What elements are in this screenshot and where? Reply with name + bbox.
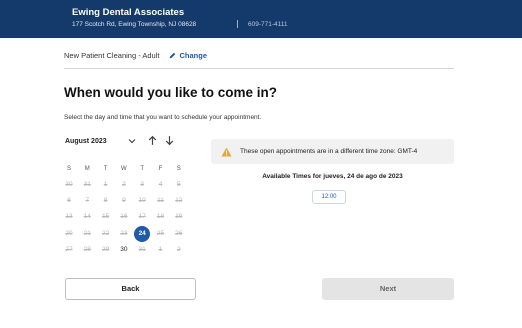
calendar-day: 1 bbox=[103, 181, 108, 188]
calendar-day: 25 bbox=[156, 229, 165, 237]
page-title: When would you like to come in? bbox=[64, 85, 278, 100]
calendar-day: 6 bbox=[67, 197, 71, 205]
calendar-day: 16 bbox=[120, 213, 128, 221]
change-service-label: Change bbox=[179, 51, 207, 60]
calendar-day-selected[interactable]: 24 bbox=[134, 225, 151, 242]
calendar-day: 26 bbox=[175, 229, 183, 237]
weekday-label: T bbox=[103, 166, 108, 172]
warning-icon bbox=[221, 146, 232, 157]
calendar-day: 2 bbox=[122, 181, 126, 188]
page-instruction: Select the day and time that you want to… bbox=[64, 114, 262, 121]
month-label: August 2023 bbox=[65, 138, 107, 145]
calendar-day: 11 bbox=[157, 197, 164, 205]
calendar-day: 1 bbox=[158, 245, 163, 253]
calendar-day: 10 bbox=[138, 197, 146, 205]
service-name: New Patient Cleaning - Adult bbox=[64, 51, 160, 60]
calendar-day: 13 bbox=[65, 213, 73, 221]
service-row: New Patient Cleaning - Adult Change bbox=[64, 51, 207, 60]
weekday-label: F bbox=[158, 166, 163, 172]
weekday-label: S bbox=[66, 166, 71, 172]
calendar-day: 21 bbox=[83, 229, 91, 237]
next-button[interactable]: Next bbox=[322, 278, 454, 300]
practice-address: 177 Scotch Rd, Ewing Township, NJ 08628 bbox=[72, 21, 197, 28]
calendar-day: 15 bbox=[101, 213, 110, 221]
calendar-day: 2 bbox=[176, 245, 181, 253]
weekday-label: W bbox=[121, 166, 127, 172]
header-bar: Ewing Dental Associates 177 Scotch Rd, E… bbox=[0, 0, 522, 38]
calendar-day: 29 bbox=[101, 245, 110, 253]
calendar-day: 27 bbox=[65, 245, 73, 253]
calendar-day: 17 bbox=[138, 213, 146, 221]
calendar-day: 14 bbox=[83, 213, 91, 221]
section-divider bbox=[64, 68, 454, 69]
timezone-notice: These open appointments are in a differe… bbox=[211, 139, 454, 164]
calendar-day: 31 bbox=[83, 181, 91, 188]
time-slot-button[interactable]: 12:00 bbox=[312, 190, 346, 204]
calendar-day: 22 bbox=[101, 229, 110, 237]
calendar-day: 8 bbox=[103, 197, 108, 205]
calendar-day: 12 bbox=[175, 197, 183, 205]
calendar-day: 9 bbox=[122, 197, 126, 205]
arrow-up-icon[interactable] bbox=[147, 135, 158, 146]
calendar-day: 18 bbox=[156, 213, 165, 221]
chevron-down-icon[interactable] bbox=[127, 136, 137, 146]
calendar-day: 23 bbox=[120, 229, 128, 237]
weekday-label: S bbox=[176, 166, 181, 172]
calendar-day: 31 bbox=[138, 245, 146, 253]
weekday-label: M bbox=[84, 166, 90, 172]
practice-name: Ewing Dental Associates bbox=[72, 7, 185, 18]
calendar-day: 4 bbox=[158, 181, 163, 188]
calendar-day: 20 bbox=[65, 229, 73, 237]
timezone-notice-text: These open appointments are in a differe… bbox=[240, 148, 418, 155]
practice-phone[interactable]: 609-771-4111 bbox=[248, 21, 288, 28]
pencil-icon bbox=[170, 52, 176, 59]
arrow-down-icon[interactable] bbox=[164, 135, 175, 146]
calendar-day: 30 bbox=[65, 181, 73, 188]
change-service-link[interactable]: Change bbox=[169, 51, 207, 60]
calendar-day: 7 bbox=[85, 197, 90, 205]
calendar-day: 5 bbox=[176, 181, 181, 188]
calendar-day: 28 bbox=[83, 245, 91, 253]
calendar-day: 3 bbox=[140, 181, 144, 188]
header-separator bbox=[237, 20, 238, 28]
calendar-day[interactable]: 30 bbox=[116, 242, 132, 258]
back-button[interactable]: Back bbox=[65, 278, 196, 300]
weekday-label: T bbox=[140, 166, 145, 172]
available-times-title: Available Times for jueves, 24 de ago de… bbox=[262, 173, 403, 180]
calendar-day: 19 bbox=[175, 213, 183, 221]
